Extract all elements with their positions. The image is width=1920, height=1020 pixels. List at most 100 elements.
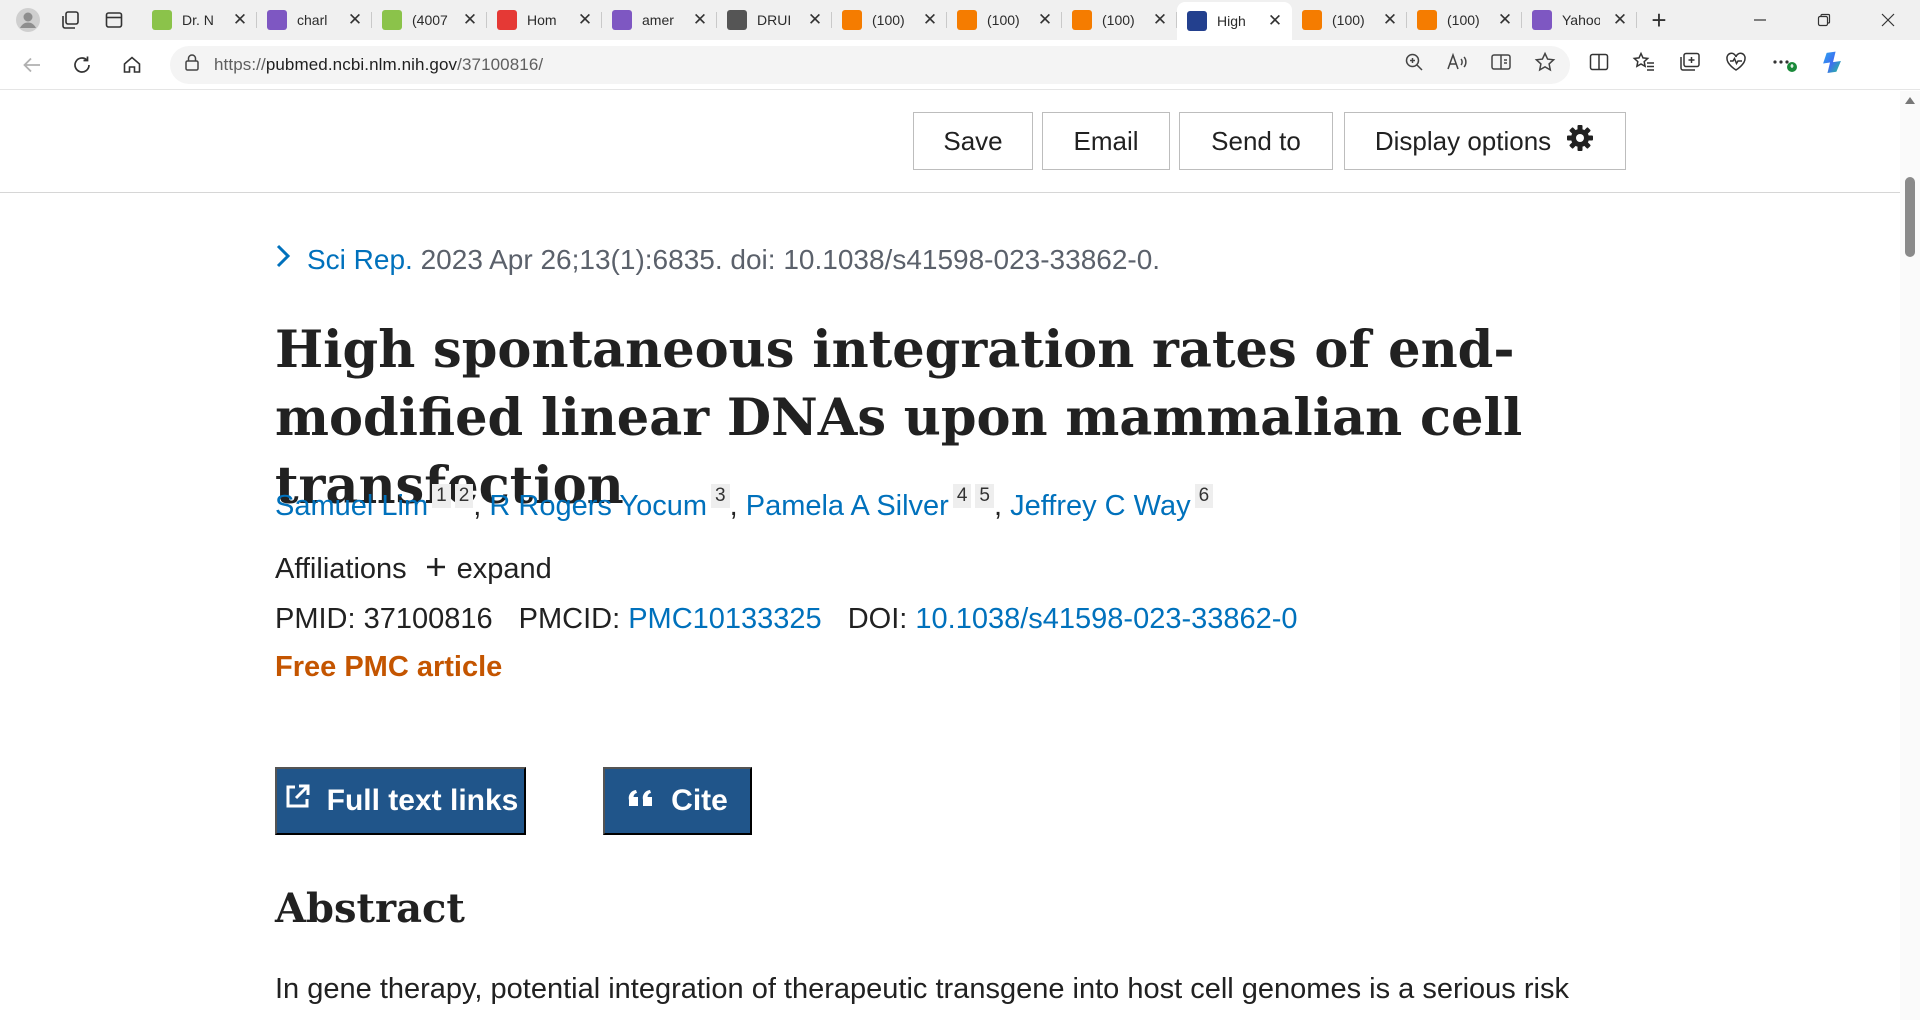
page-scrollbar[interactable]: [1900, 91, 1920, 1020]
journal-link[interactable]: Sci Rep.: [307, 244, 413, 276]
scrollbar-thumb[interactable]: [1905, 177, 1915, 257]
browser-tab[interactable]: (100) ✕: [947, 0, 1062, 40]
author-link[interactable]: Jeffrey C Way: [1010, 490, 1191, 522]
settings-and-more-icon[interactable]: [1770, 51, 1798, 78]
close-tab-icon[interactable]: ✕: [1381, 10, 1399, 30]
new-tab-button[interactable]: +: [1637, 0, 1681, 40]
identifiers-row: PMID: 37100816 PMCID: PMC10133325 DOI: 10.…: [275, 603, 1298, 636]
chevron-right-icon[interactable]: [275, 243, 291, 277]
affiliation-marker[interactable]: 1: [432, 484, 451, 508]
plus-icon: [425, 553, 447, 586]
close-tab-icon[interactable]: ✕: [921, 10, 939, 30]
tab-title: (100): [1332, 12, 1365, 28]
refresh-icon[interactable]: [58, 45, 106, 85]
favorite-star-icon[interactable]: [1534, 51, 1556, 78]
browser-tab[interactable]: (4007 ✕: [372, 0, 487, 40]
bookmark-icon: [1417, 10, 1437, 30]
author-link[interactable]: Pamela A Silver: [746, 490, 949, 522]
g-icon: [382, 10, 402, 30]
full-text-links-label: Full text links: [326, 784, 519, 817]
browser-tab[interactable]: High ✕: [1177, 2, 1292, 40]
close-tab-icon[interactable]: ✕: [691, 10, 709, 30]
close-tab-icon[interactable]: ✕: [346, 10, 364, 30]
lock-icon[interactable]: [184, 53, 200, 76]
immersive-reader-icon[interactable]: [1490, 52, 1512, 77]
address-bar[interactable]: https://pubmed.ncbi.nlm.nih.gov/37100816…: [170, 45, 1570, 84]
close-tab-icon[interactable]: ✕: [1151, 10, 1169, 30]
url-text[interactable]: https://pubmed.ncbi.nlm.nih.gov/37100816…: [214, 55, 543, 75]
browser-tab[interactable]: DRUI ✕: [717, 0, 832, 40]
doi-link[interactable]: 10.1038/s41598-023-33862-0: [915, 603, 1297, 635]
favorites-icon[interactable]: [1632, 51, 1656, 78]
yahoo-icon: [267, 10, 287, 30]
collections-icon[interactable]: [1678, 51, 1702, 78]
browser-tab[interactable]: (100) ✕: [832, 0, 947, 40]
affiliations-row: Affiliations expand: [275, 553, 552, 586]
affiliation-marker[interactable]: 4: [952, 484, 972, 508]
home-icon[interactable]: [108, 45, 156, 85]
zoom-icon[interactable]: [1404, 52, 1424, 77]
tab-actions-icon[interactable]: [92, 0, 136, 40]
browser-tab[interactable]: charl ✕: [257, 0, 372, 40]
yahoo-icon: [612, 10, 632, 30]
close-tab-icon[interactable]: ✕: [231, 10, 249, 30]
author-list: Samuel Lim 1 2, R Rogers Yocum 3, Pamela A …: [275, 484, 1214, 523]
workspaces-icon[interactable]: [48, 0, 92, 40]
free-pmc-article-badge[interactable]: Free PMC article: [275, 651, 502, 684]
email-button[interactable]: Email: [1042, 112, 1170, 170]
affiliation-marker[interactable]: 2: [454, 484, 474, 508]
tab-title: Yahoo: [1562, 12, 1600, 28]
close-tab-icon[interactable]: ✕: [1496, 10, 1514, 30]
display-options-button[interactable]: Display options: [1344, 112, 1626, 170]
external-link-icon: [283, 783, 311, 819]
tab-title: Dr. N: [182, 12, 214, 28]
cite-button[interactable]: Cite: [603, 767, 752, 835]
browser-tab-strip: Dr. N ✕ charl ✕ (4007 ✕ Hom ✕ amer ✕ DRUI ✕ (100) ✕ (1…: [0, 0, 1920, 40]
affiliation-marker[interactable]: 3: [711, 484, 730, 508]
close-window-icon[interactable]: [1856, 0, 1920, 40]
close-tab-icon[interactable]: ✕: [1266, 11, 1284, 31]
profile-avatar-icon[interactable]: [8, 0, 48, 40]
expand-affiliations-button[interactable]: expand: [425, 553, 552, 586]
minimize-icon[interactable]: [1728, 0, 1792, 40]
close-tab-icon[interactable]: ✕: [576, 10, 594, 30]
close-tab-icon[interactable]: ✕: [1036, 10, 1054, 30]
close-tab-icon[interactable]: ✕: [1611, 10, 1629, 30]
pubmed-page: Save Email Send to Display options Sci R…: [0, 91, 1900, 1020]
browser-tab[interactable]: (100) ✕: [1407, 0, 1522, 40]
display-options-label: Display options: [1374, 125, 1552, 156]
tab-title: (100): [872, 12, 905, 28]
browser-tab[interactable]: (100) ✕: [1292, 0, 1407, 40]
bookmark-icon: [957, 10, 977, 30]
read-aloud-icon[interactable]: [1446, 52, 1468, 77]
restore-icon[interactable]: [1792, 0, 1856, 40]
cite-label: Cite: [671, 784, 728, 817]
browser-tab[interactable]: Hom ✕: [487, 0, 602, 40]
journal-citation: Sci Rep. 2023 Apr 26;13(1):6835. doi: 10…: [275, 243, 1160, 277]
full-text-links-button[interactable]: Full text links: [275, 767, 526, 835]
affiliation-marker[interactable]: 5: [975, 484, 994, 508]
save-button[interactable]: Save: [913, 112, 1033, 170]
gear-icon: [1565, 123, 1595, 160]
browser-tab[interactable]: Dr. N ✕: [142, 0, 257, 40]
author-link[interactable]: R Rogers Yocum: [489, 490, 707, 522]
tab-title: (100): [1447, 12, 1480, 28]
affiliation-marker[interactable]: 6: [1194, 484, 1214, 508]
back-icon[interactable]: [8, 45, 56, 85]
browser-tab[interactable]: (100) ✕: [1062, 0, 1177, 40]
browser-tab[interactable]: amer ✕: [602, 0, 717, 40]
browser-essentials-icon[interactable]: [1724, 51, 1748, 78]
dr-icon: [727, 10, 747, 30]
bookmark-icon: [1072, 10, 1092, 30]
author-link[interactable]: Samuel Lim: [275, 490, 428, 522]
close-tab-icon[interactable]: ✕: [806, 10, 824, 30]
send-to-button[interactable]: Send to: [1179, 112, 1333, 170]
pmcid-link[interactable]: PMC10133325: [628, 603, 821, 635]
expand-label: expand: [456, 553, 552, 585]
copilot-icon[interactable]: [1820, 48, 1848, 81]
close-tab-icon[interactable]: ✕: [461, 10, 479, 30]
scroll-up-arrow-icon[interactable]: [1905, 97, 1915, 104]
browser-tab[interactable]: Yahoo ✕: [1522, 0, 1637, 40]
split-screen-icon[interactable]: [1588, 51, 1610, 78]
affiliations-label: Affiliations: [275, 553, 407, 585]
